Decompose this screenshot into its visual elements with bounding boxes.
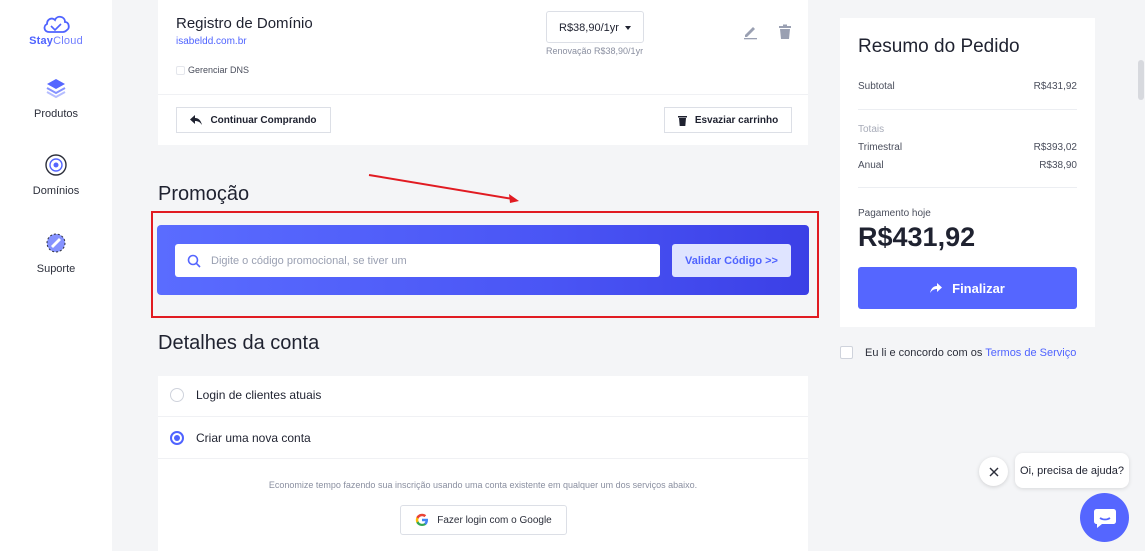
empty-cart-button[interactable]: Esvaziar carrinho [664, 107, 792, 133]
cart-item-title: Registro de Domínio [176, 15, 313, 32]
radio-button[interactable] [170, 388, 184, 402]
terms-checkbox[interactable] [840, 346, 853, 359]
annotation-arrow [368, 174, 519, 203]
billing-cycle-select[interactable]: R$38,90/1yr [546, 11, 644, 43]
sidebar-item-dominios[interactable]: Domínios [0, 153, 112, 197]
divider [158, 416, 808, 417]
new-account-label: Criar uma nova conta [196, 431, 311, 445]
sidebar-item-suporte[interactable]: Suporte [0, 231, 112, 275]
trash-icon[interactable] [778, 24, 792, 40]
cart-item-card: Registro de Domínio isabeldd.com.br Gere… [158, 0, 808, 145]
dns-label: Gerenciar DNS [188, 65, 250, 75]
order-summary-title: Resumo do Pedido [858, 36, 1020, 57]
sidebar-item-label: Produtos [33, 108, 79, 120]
terms-agreement: Eu li e concordo com os Termos de Serviç… [840, 346, 1076, 359]
divider [158, 94, 808, 95]
terms-text: Eu li e concordo com os [865, 346, 983, 359]
continue-shopping-button[interactable]: Continuar Comprando [176, 107, 331, 133]
annual-value: R$38,90 [1039, 160, 1077, 171]
finalize-button[interactable]: Finalizar [858, 267, 1077, 309]
divider [158, 458, 808, 459]
cloud-logo-icon [43, 15, 70, 33]
divider [858, 187, 1077, 188]
promo-section-title: Promoção [158, 183, 250, 205]
existing-customer-option[interactable]: Login de clientes atuais [170, 388, 321, 402]
highlight-annotation-box [151, 211, 819, 318]
terms-link[interactable]: Termos de Serviço [985, 347, 1076, 359]
chat-close-button[interactable] [979, 457, 1008, 486]
empty-cart-label: Esvaziar carrinho [694, 114, 779, 126]
reply-arrow-icon [190, 115, 203, 125]
renewal-price: Renovação R$38,90/1yr [546, 46, 644, 56]
edit-icon[interactable] [742, 24, 758, 40]
domain-link[interactable]: isabeldd.com.br [176, 36, 247, 47]
totals-label: Totais [858, 124, 885, 135]
caret-down-icon [625, 26, 631, 30]
order-summary-card: Resumo do Pedido Subtotal R$431,92 Totai… [840, 18, 1095, 327]
close-icon [989, 467, 998, 476]
scrollbar-thumb[interactable] [1138, 60, 1144, 100]
google-login-label: Fazer login com o Google [437, 514, 552, 526]
billing-cycle-value: R$38,90/1yr [559, 22, 619, 34]
quarterly-label: Trimestral [858, 142, 903, 153]
account-details-card: Login de clientes atuais Criar uma nova … [158, 376, 808, 551]
sidebar-item-label: Domínios [32, 185, 80, 197]
annual-label: Anual [858, 160, 884, 171]
subtotal-value: R$431,92 [1033, 81, 1077, 92]
forward-arrow-icon [930, 282, 943, 293]
chat-icon [1093, 508, 1116, 528]
finalize-label: Finalizar [952, 280, 1005, 296]
globe-icon [45, 154, 67, 176]
sidebar: StayCloud Produtos Domínios Suporte [0, 0, 112, 551]
page-scrollbar[interactable] [1137, 0, 1145, 551]
annual-row: Anual R$38,90 [858, 160, 1077, 171]
chat-greeting-bubble[interactable]: Oi, precisa de ajuda? [1015, 453, 1129, 488]
radio-button-selected[interactable] [170, 431, 184, 445]
brand-logo[interactable]: StayCloud [24, 14, 88, 47]
layers-icon [46, 79, 66, 99]
sidebar-item-produtos[interactable]: Produtos [0, 76, 112, 120]
account-section-title: Detalhes da conta [158, 332, 320, 354]
existing-customer-label: Login de clientes atuais [196, 388, 322, 402]
dns-checkbox[interactable] [176, 66, 185, 75]
new-account-option[interactable]: Criar uma nova conta [170, 431, 311, 445]
divider [858, 109, 1077, 110]
trash-icon [677, 115, 687, 126]
google-icon [416, 513, 429, 526]
social-login-hint: Economize tempo fazendo sua inscrição us… [268, 480, 698, 490]
pay-today-label: Pagamento hoje [858, 208, 931, 219]
quarterly-value: R$393,02 [1033, 142, 1077, 153]
support-icon [46, 233, 66, 253]
subtotal-label: Subtotal [858, 81, 895, 92]
sidebar-item-label: Suporte [36, 263, 76, 275]
google-login-button[interactable]: Fazer login com o Google [400, 505, 567, 535]
quarterly-row: Trimestral R$393,02 [858, 142, 1077, 153]
pay-today-value: R$431,92 [858, 222, 976, 252]
chat-open-button[interactable] [1080, 493, 1129, 542]
subtotal-row: Subtotal R$431,92 [858, 81, 1077, 92]
continue-shopping-label: Continuar Comprando [210, 114, 317, 126]
brand-name: StayCloud [29, 35, 83, 47]
